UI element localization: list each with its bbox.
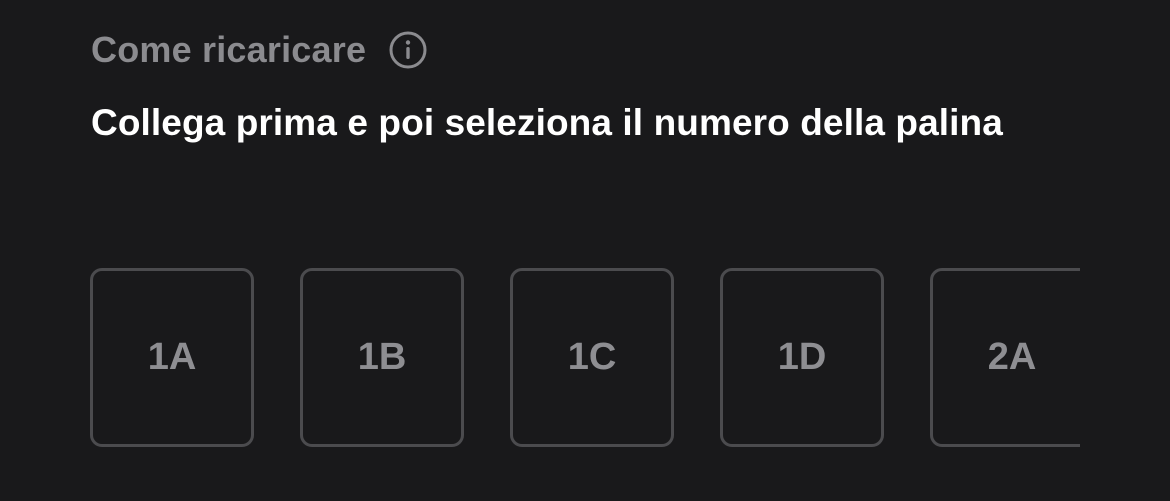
instruction-text: Collega prima e poi seleziona il numero … <box>91 102 1003 143</box>
pole-label: 1D <box>777 336 827 378</box>
pole-label: 1C <box>567 336 617 378</box>
pole-label: 2A <box>987 336 1037 378</box>
pole-list: 1A 1B 1C 1D 2A <box>90 268 1080 447</box>
pole-option-1b[interactable]: 1B <box>300 268 464 447</box>
info-icon[interactable] <box>388 30 428 70</box>
charging-instructions-screen: Come ricaricare Collega prima e poi sele… <box>0 0 1170 501</box>
pole-label: 1A <box>147 336 197 378</box>
pole-selector[interactable]: 1A 1B 1C 1D 2A <box>90 268 1080 448</box>
section-title: Come ricaricare <box>91 29 367 70</box>
pole-option-1a[interactable]: 1A <box>90 268 254 447</box>
pole-option-2a[interactable]: 2A <box>930 268 1080 447</box>
pole-label: 1B <box>357 336 407 378</box>
pole-option-1c[interactable]: 1C <box>510 268 674 447</box>
pole-option-1d[interactable]: 1D <box>720 268 884 447</box>
section-header: Come ricaricare <box>91 28 428 72</box>
